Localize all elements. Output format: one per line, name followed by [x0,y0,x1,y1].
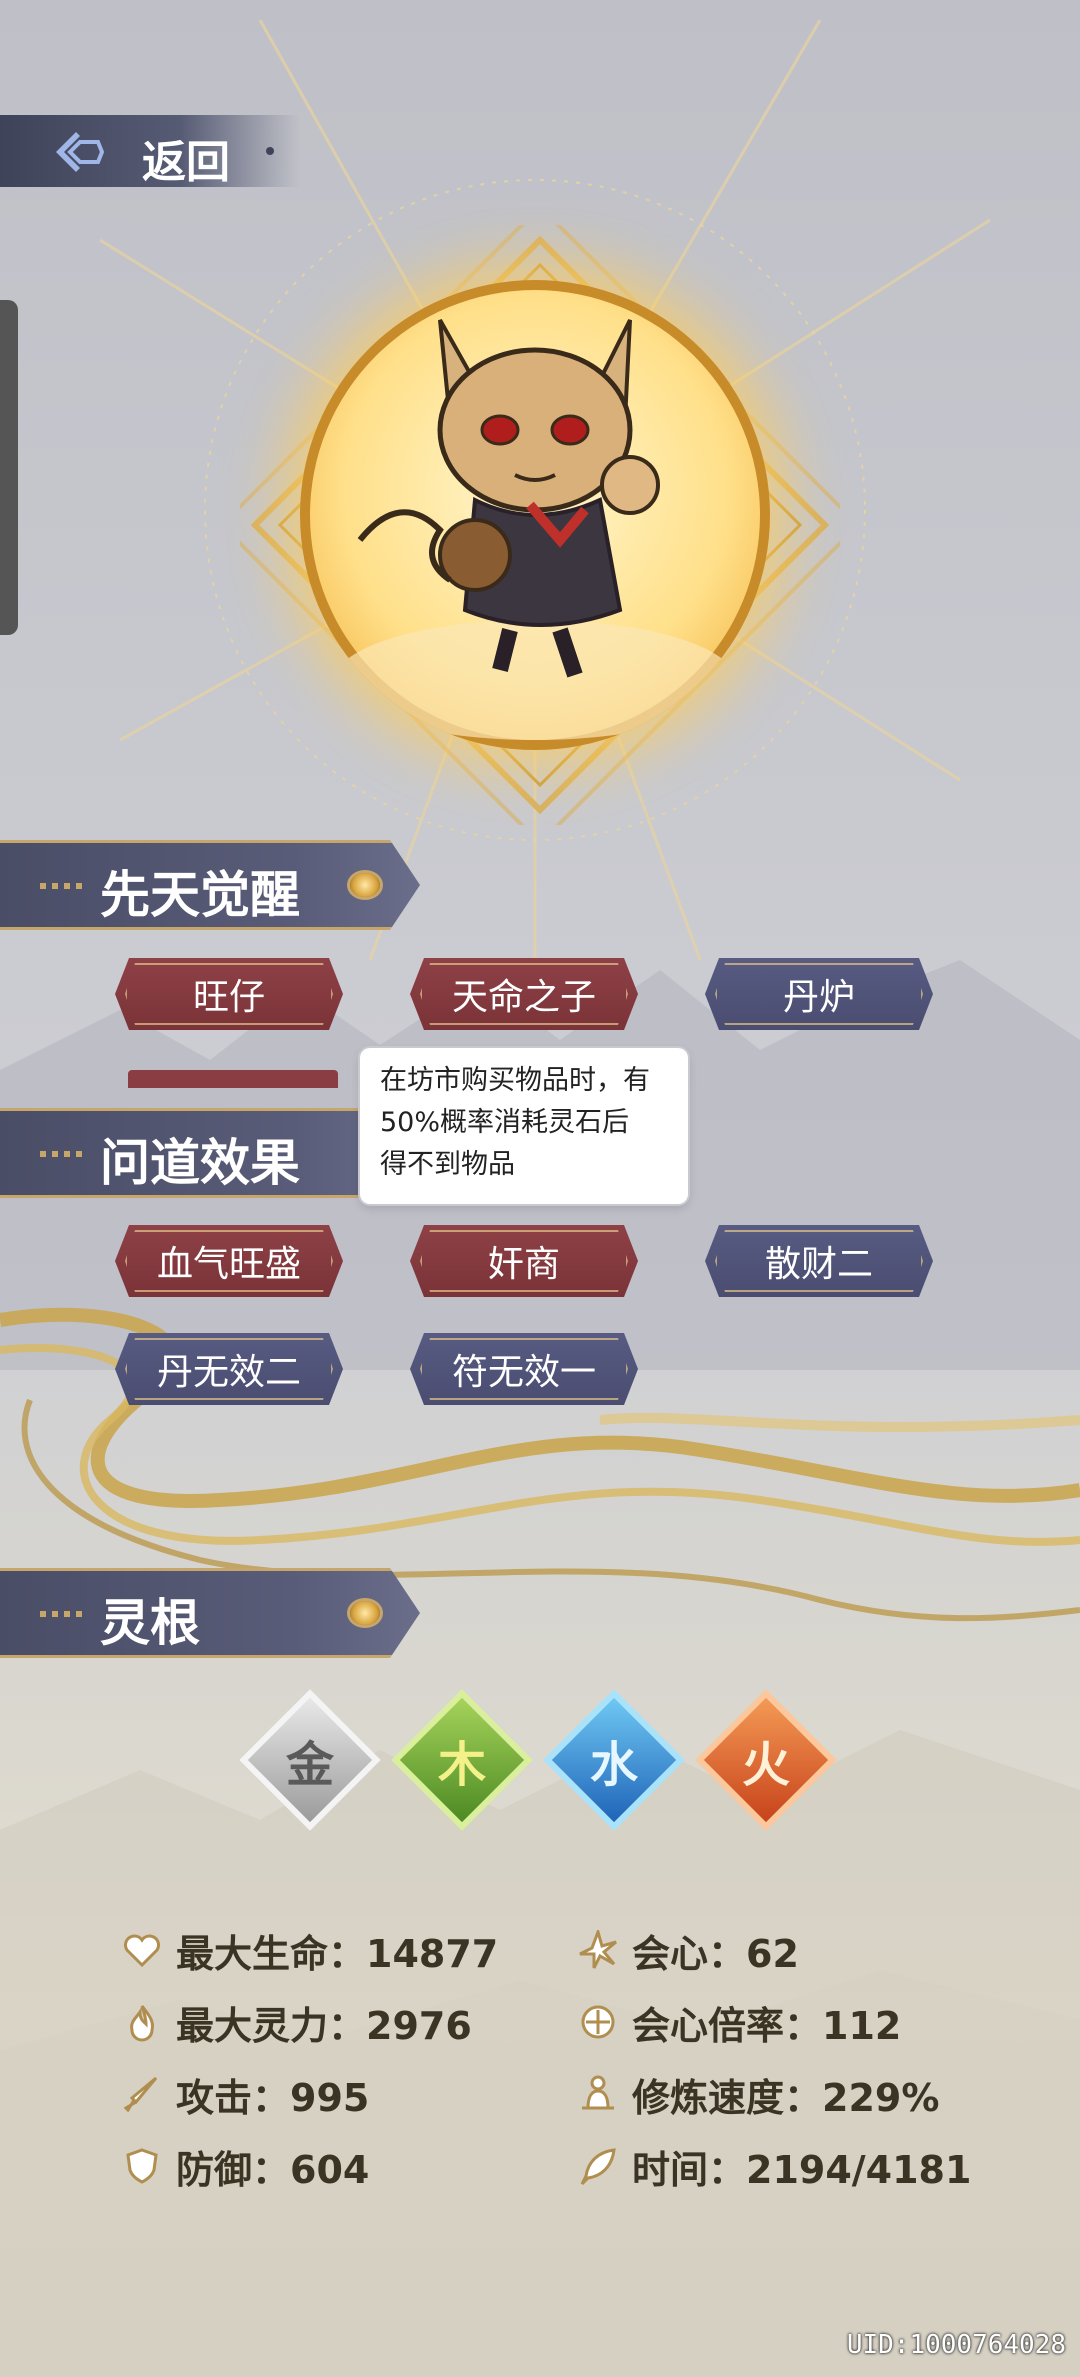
element-glyph: 木 [437,1737,486,1793]
sword-icon [120,2072,164,2116]
tag-label: 丹无效二 [156,1352,301,1393]
trait-tag-tianming[interactable]: 天命之子 [410,958,638,1030]
tag-label: 符无效一 [451,1352,596,1393]
stat-time: 时间：2194/4181 [576,2136,971,2196]
trait-tag-wangzai[interactable]: 旺仔 [115,958,343,1030]
dots-ornament [40,883,84,889]
tag-label: 散财二 [764,1244,873,1285]
fox-character-avatar [335,319,735,740]
fire-root-icon[interactable]: 火 [695,1689,837,1831]
trait-tag-hidden[interactable] [128,1070,338,1088]
tooltip-line: 在坊市购买物品时，有 [380,1065,650,1096]
stat-crit-multiplier: 会心倍率：112 [576,1992,901,2052]
feather-icon [576,2144,620,2188]
side-drawer-handle[interactable] [0,300,18,635]
tag-label: 奸商 [487,1244,560,1285]
water-root-icon[interactable]: 水 [543,1689,685,1831]
metal-root-icon[interactable]: 金 [239,1689,381,1831]
stat-label: 时间：2194/4181 [632,2147,972,2192]
dao-tag-jianshang[interactable]: 奸商 [410,1225,638,1297]
heart-icon [120,1928,164,1972]
tag-label: 天命之子 [451,977,596,1018]
wood-root-icon[interactable]: 木 [391,1689,533,1831]
stat-max-mp: 最大灵力：2976 [120,1992,472,2052]
section-title: 先天觉醒 [100,866,300,924]
stat-cultivation-speed: 修炼速度：229% [576,2064,939,2124]
element-glyph: 火 [741,1737,790,1793]
trait-tooltip: 在坊市购买物品时，有 50%概率消耗灵石后 得不到物品 [360,1048,688,1204]
gem-ornament-icon [350,1601,380,1625]
section-dao-effects: 问道效果 [0,1108,420,1198]
stat-label: 最大生命：14877 [176,1931,499,1976]
stat-label: 攻击：995 [176,2075,370,2120]
user-id-label: UID:1000764028 [846,2330,1066,2360]
shield-icon [120,2144,164,2188]
trait-tag-danlu[interactable]: 丹炉 [705,958,933,1030]
element-glyph: 金 [285,1737,334,1793]
dao-tag-fuwuxiao[interactable]: 符无效一 [410,1333,638,1405]
stat-attack: 攻击：995 [120,2064,369,2124]
burst-icon [576,1928,620,1972]
meditation-icon [576,2072,620,2116]
tooltip-line: 50%概率消耗灵石后 [380,1107,630,1138]
stat-crit: 会心：62 [576,1920,799,1980]
dao-tag-danwuxiao[interactable]: 丹无效二 [115,1333,343,1405]
stat-defense: 防御：604 [120,2136,369,2196]
character-portrait[interactable] [300,280,770,750]
tag-label: 旺仔 [192,977,265,1018]
section-innate-awakening: 先天觉醒 [0,840,420,930]
dao-tag-xueqi[interactable]: 血气旺盛 [115,1225,343,1297]
game-scene: 返回 先天觉醒 旺仔 天命之子 丹炉 问道效果 在坊市购买物品时，有 50%概率… [0,0,1080,2377]
stat-label: 会心：62 [632,1931,799,1976]
stat-label: 防御：604 [176,2147,370,2192]
tooltip-line: 得不到物品 [380,1149,515,1180]
stat-label: 修炼速度：229% [632,2075,940,2120]
tag-label: 血气旺盛 [156,1244,301,1285]
stat-max-hp: 最大生命：14877 [120,1920,498,1980]
stat-label: 最大灵力：2976 [176,2003,472,2048]
spirit-flame-icon [120,2000,164,2044]
crosshair-icon [576,2000,620,2044]
section-title: 灵根 [100,1594,200,1652]
stat-label: 会心倍率：112 [632,2003,902,2048]
section-title: 问道效果 [100,1134,300,1192]
dots-ornament [40,1611,84,1617]
tag-label: 丹炉 [782,977,855,1018]
section-spirit-roots: 灵根 [0,1568,420,1658]
gem-ornament-icon [350,873,380,897]
dao-tag-sancai[interactable]: 散财二 [705,1225,933,1297]
element-glyph: 水 [589,1737,638,1793]
dots-ornament [40,1151,84,1157]
